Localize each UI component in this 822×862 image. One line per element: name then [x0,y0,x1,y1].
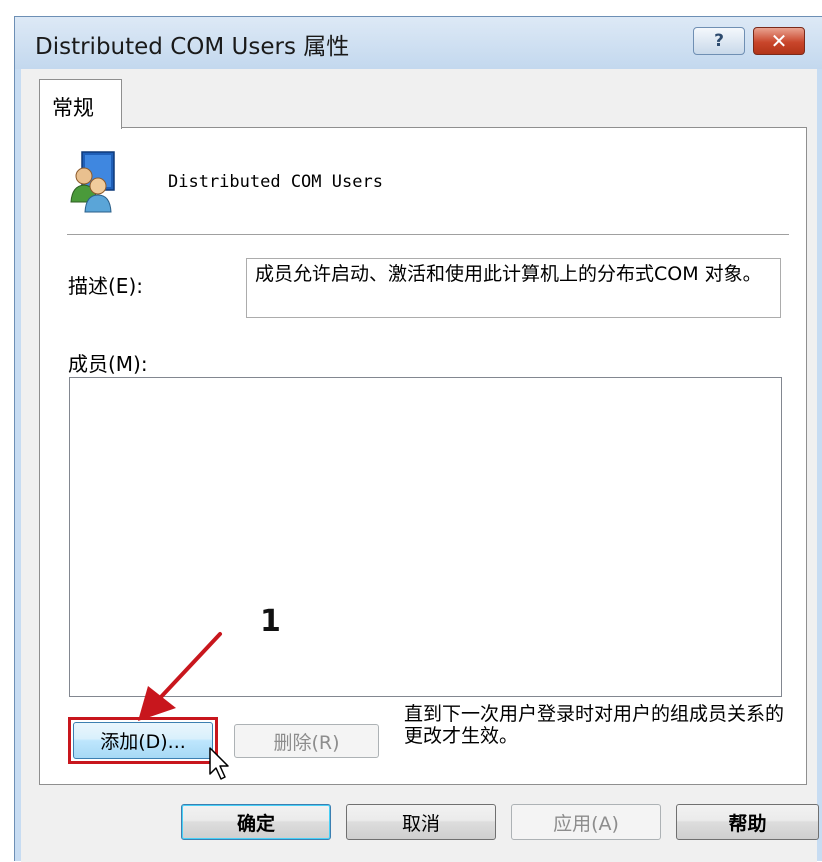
separator [67,234,789,236]
members-label: 成员(M): [68,352,148,376]
help-button[interactable]: 帮助 [676,804,819,840]
general-tab-panel: Distributed COM Users 描述(E): 成员允许启动、激活和使… [39,127,807,785]
title-bar[interactable]: Distributed COM Users 属性 ? ✕ [15,17,822,69]
annotation-highlight-box [68,717,218,764]
user-group-icon [70,151,115,213]
mouse-cursor-icon [209,747,229,780]
group-name: Distributed COM Users [168,172,383,192]
annotation-arrow [138,632,222,721]
remove-button[interactable]: 删除(R) [234,724,379,758]
window-title: Distributed COM Users 属性 [35,34,350,60]
tab-general-label: 常规 [52,96,94,120]
help-title-button[interactable]: ? [693,27,745,55]
description-field[interactable]: 成员允许启动、激活和使用此计算机上的分布式COM 对象。 [246,258,781,318]
description-label: 描述(E): [68,274,143,298]
close-icon: ✕ [770,29,788,53]
cancel-button[interactable]: 取消 [346,804,496,840]
membership-note: 直到下一次用户登录时对用户的组成员关系的更改才生效。 [404,703,785,747]
ok-button[interactable]: 确定 [181,804,331,840]
apply-button[interactable]: 应用(A) [511,804,661,840]
annotation-number: 1 [260,604,281,639]
dialog-client-area: 常规 Distributed COM Users 描述(E): 成员允许启动、激… [21,69,819,862]
properties-dialog: Distributed COM Users 属性 ? ✕ 常规 Distribu… [14,16,822,862]
question-icon: ? [714,31,724,51]
tab-general[interactable]: 常规 [39,79,122,129]
close-button[interactable]: ✕ [753,27,805,55]
